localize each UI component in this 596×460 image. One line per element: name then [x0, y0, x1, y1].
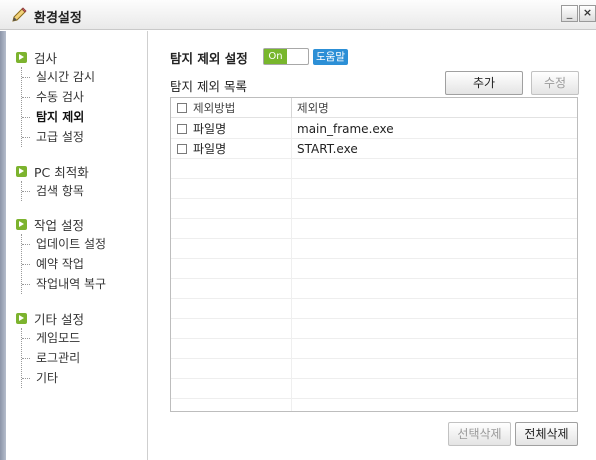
row-checkbox[interactable] — [177, 124, 187, 134]
column-header-name: 제외명 — [291, 98, 577, 118]
table-row[interactable]: 파일명 main_frame.exe — [171, 119, 577, 139]
row-name: main_frame.exe — [291, 119, 577, 139]
arrow-right-icon — [16, 51, 27, 63]
table-row-empty — [171, 159, 577, 179]
table-row-empty — [171, 259, 577, 279]
sidebar-group-scan: 검사 실시간 감시 수동 검사 탐지 제외 고급 설정 — [16, 47, 95, 147]
sidebar-group-task-settings: 작업 설정 업데이트 설정 예약 작업 작업내역 복구 — [16, 214, 106, 294]
edit-button[interactable]: 수정 — [531, 71, 579, 95]
arrow-right-icon — [16, 218, 27, 230]
sidebar-item-log-management[interactable]: 로그관리 — [22, 348, 84, 368]
sidebar-group-title: PC 최적화 — [34, 164, 89, 180]
table-row-empty — [171, 359, 577, 379]
sidebar-item-realtime[interactable]: 실시간 감시 — [22, 67, 95, 87]
column-divider — [291, 118, 292, 411]
sidebar-group-header[interactable]: 기타 설정 — [16, 308, 84, 328]
minimize-button[interactable]: _ — [561, 5, 578, 22]
sidebar-item-exclusions[interactable]: 탐지 제외 — [22, 107, 95, 127]
row-method-cell: 파일명 — [177, 139, 291, 159]
table-row-empty — [171, 299, 577, 319]
table-row-empty — [171, 379, 577, 399]
toggle-on-label: On — [264, 49, 287, 64]
sidebar-item-scheduled-task[interactable]: 예약 작업 — [22, 254, 106, 274]
sidebar-group-title: 기타 설정 — [34, 311, 84, 327]
sidebar-group-header[interactable]: 검사 — [16, 47, 95, 67]
close-button[interactable]: × — [579, 5, 596, 22]
sidebar-strip — [0, 31, 6, 460]
table-row-empty — [171, 219, 577, 239]
table-row-empty — [171, 279, 577, 299]
column-header-method: 제외방법 — [177, 98, 291, 118]
row-name: START.exe — [291, 139, 577, 159]
window-title: 환경설정 — [34, 11, 82, 26]
row-method-cell: 파일명 — [177, 119, 291, 139]
delete-all-button[interactable]: 전체삭제 — [515, 422, 578, 446]
help-button[interactable]: 도움말 — [313, 49, 348, 65]
title-bar: 환경설정 _ × — [0, 0, 596, 30]
table-row[interactable]: 파일명 START.exe — [171, 139, 577, 159]
page-title: 탐지 제외 설정 — [170, 51, 248, 66]
sidebar-item-search-items[interactable]: 검색 항목 — [22, 181, 89, 201]
select-all-checkbox[interactable] — [177, 103, 187, 113]
exclusion-list-label: 탐지 제외 목록 — [170, 79, 247, 94]
arrow-right-icon — [16, 312, 27, 324]
table-row-empty — [171, 319, 577, 339]
table-row-empty — [171, 179, 577, 199]
row-method: 파일명 — [193, 122, 227, 136]
add-button[interactable]: 추가 — [445, 71, 523, 95]
sidebar: 검사 실시간 감시 수동 검사 탐지 제외 고급 설정 PC 최적화 검색 항목… — [0, 31, 148, 460]
sidebar-group-title: 작업 설정 — [34, 217, 84, 233]
delete-selected-button[interactable]: 선택삭제 — [448, 422, 511, 446]
row-method: 파일명 — [193, 142, 227, 156]
row-checkbox[interactable] — [177, 144, 187, 154]
exclusion-table: 제외방법 제외명 파일명 main_frame.exe 파일명 START.ex… — [170, 97, 578, 412]
sidebar-item-advanced[interactable]: 고급 설정 — [22, 127, 95, 147]
sidebar-group-title: 검사 — [34, 50, 58, 66]
table-row-empty — [171, 199, 577, 219]
sidebar-item-manual-scan[interactable]: 수동 검사 — [22, 87, 95, 107]
table-row-empty — [171, 339, 577, 359]
table-row-empty — [171, 239, 577, 259]
sidebar-item-game-mode[interactable]: 게임모드 — [22, 328, 84, 348]
main-panel: 탐지 제외 설정 On 도움말 탐지 제외 목록 추가 수정 제외방법 제외명 … — [149, 31, 596, 460]
sidebar-item-misc[interactable]: 기타 — [22, 368, 84, 388]
arrow-right-icon — [16, 165, 27, 177]
exclusion-toggle[interactable]: On — [263, 48, 309, 65]
sidebar-group-header[interactable]: 작업 설정 — [16, 214, 106, 234]
sidebar-group-other-settings: 기타 설정 게임모드 로그관리 기타 — [16, 308, 84, 388]
column-header-method-label: 제외방법 — [193, 101, 236, 115]
table-header: 제외방법 제외명 — [171, 98, 577, 118]
sidebar-group-header[interactable]: PC 최적화 — [16, 161, 89, 181]
sidebar-group-pc-optimize: PC 최적화 검색 항목 — [16, 161, 89, 201]
pencil-icon — [12, 7, 27, 22]
sidebar-item-update-settings[interactable]: 업데이트 설정 — [22, 234, 106, 254]
sidebar-item-history-restore[interactable]: 작업내역 복구 — [22, 274, 106, 294]
